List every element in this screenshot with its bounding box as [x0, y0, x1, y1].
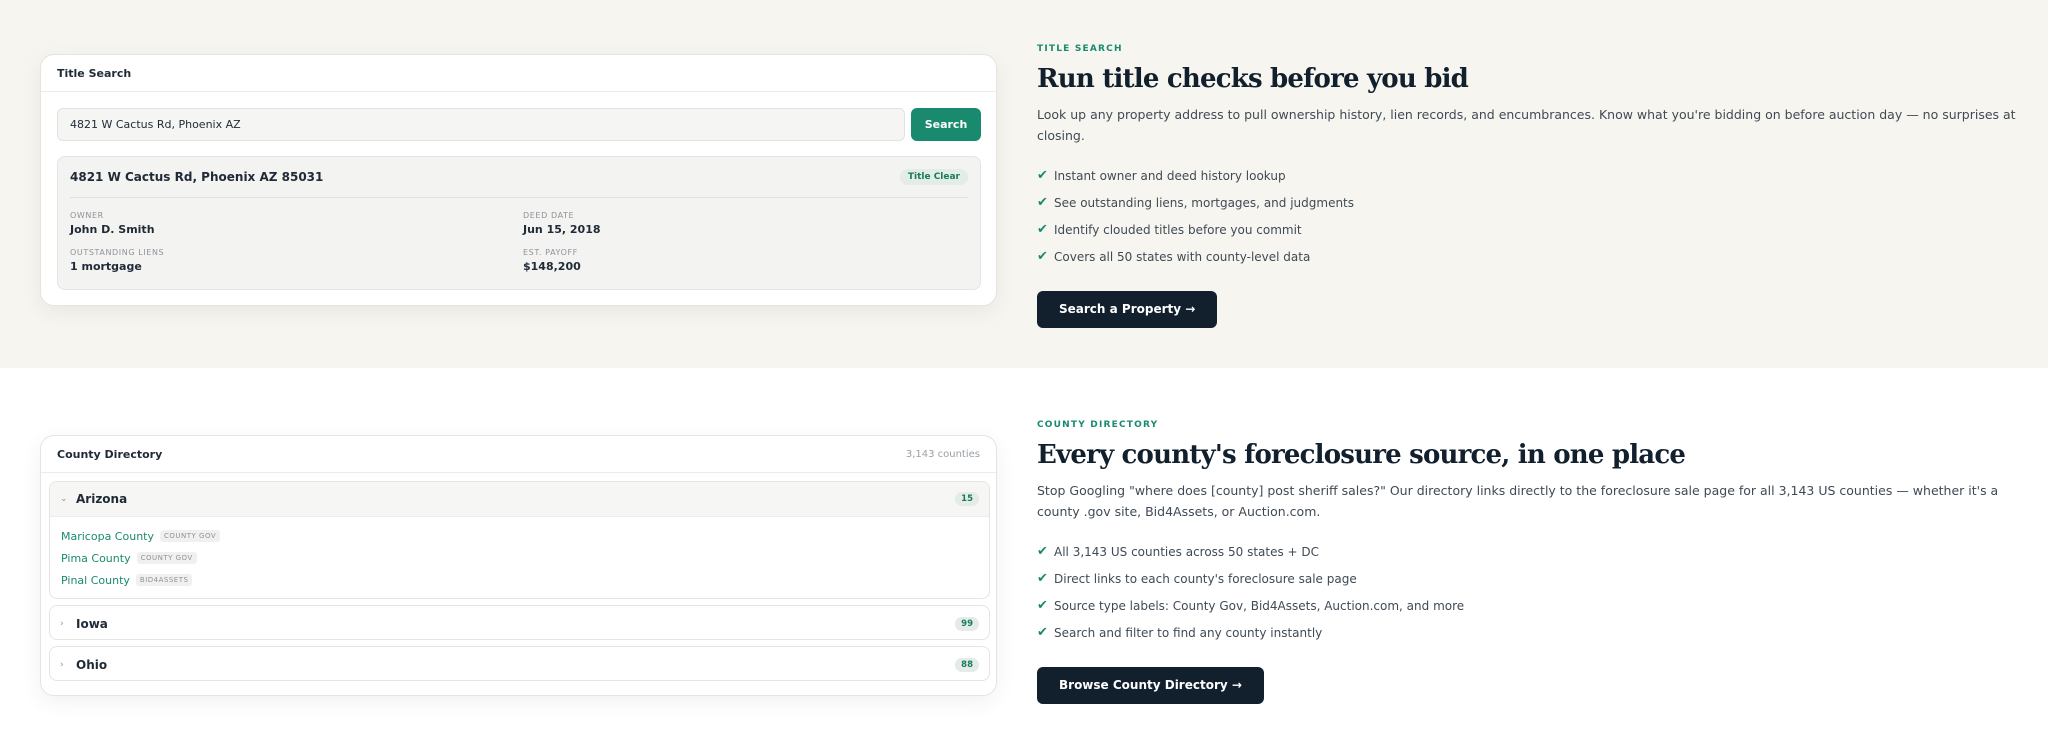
feature-item: ✔ Identify clouded titles before you comm…: [1037, 216, 2017, 243]
search-button[interactable]: Search: [911, 108, 981, 141]
state-count-badge: 15: [955, 492, 979, 506]
state-name: Arizona: [76, 492, 128, 506]
source-tag: COUNTY GOV: [136, 552, 197, 564]
state-count-badge: 88: [955, 657, 979, 672]
card-title: County Directory: [57, 447, 163, 461]
deed-date-label: DEED DATE: [523, 211, 575, 220]
feature-item: ✔ Direct links to each county's foreclosu…: [1037, 565, 2017, 592]
title-search-copy: TITLE SEARCH Run title checks before you…: [1037, 44, 2017, 328]
check-icon: ✔: [1037, 195, 1048, 210]
title-result-panel: 4821 W Cactus Rd, Phoenix AZ 85031 Title…: [57, 156, 981, 290]
state-group-title: › Ohio: [60, 658, 107, 672]
feature-text: See outstanding liens, mortgages, and ju…: [1054, 195, 1355, 210]
state-group-iowa[interactable]: › Iowa 99: [49, 605, 990, 640]
feature-text: Identify clouded titles before you commi…: [1054, 222, 1302, 237]
payoff-field: EST. PAYOFF $148,200: [523, 248, 581, 273]
deed-date-value: Jun 15, 2018: [523, 223, 601, 236]
result-address: 4821 W Cactus Rd, Phoenix AZ 85031: [70, 170, 324, 184]
section-eyebrow: COUNTY DIRECTORY: [1037, 420, 1159, 430]
check-icon: ✔: [1037, 625, 1048, 640]
state-group-ohio[interactable]: › Ohio 88: [49, 646, 990, 681]
feature-text: Covers all 50 states with county-level d…: [1054, 249, 1311, 264]
county-link[interactable]: Pima County: [61, 552, 131, 565]
check-icon: ✔: [1037, 544, 1048, 559]
list-item: Pinal County BID4ASSETS: [61, 569, 989, 591]
title-search-card: Title Search Search 4821 W Cactus Rd, Ph…: [40, 54, 997, 306]
feature-list: ✔ Instant owner and deed history lookup ✔…: [1037, 162, 2017, 270]
source-tag: BID4ASSETS: [135, 574, 193, 586]
state-count-badge: 99: [955, 616, 979, 631]
chevron-right-icon: ›: [60, 618, 64, 629]
county-link[interactable]: Pinal County: [61, 574, 130, 587]
chevron-down-icon: ⌄: [60, 494, 68, 504]
feature-item: ✔ All 3,143 US counties across 50 states …: [1037, 538, 2017, 565]
owner-value: John D. Smith: [70, 223, 155, 236]
check-icon: ✔: [1037, 249, 1048, 264]
state-group-header[interactable]: ⌄ Arizona 15: [50, 482, 989, 517]
state-name: Ohio: [76, 657, 108, 672]
feature-text: All 3,143 US counties across 50 states +…: [1054, 544, 1320, 559]
section-headline: Run title checks before you bid: [1037, 64, 1469, 94]
county-directory-card: County Directory 3,143 counties ⌄ Arizon…: [40, 435, 997, 696]
chevron-right-icon: ›: [60, 659, 64, 670]
title-status-badge: Title Clear: [899, 169, 968, 185]
list-item: Pima County COUNTY GOV: [61, 547, 989, 569]
payoff-label: EST. PAYOFF: [523, 248, 578, 257]
payoff-value: $148,200: [523, 260, 581, 273]
check-icon: ✔: [1037, 571, 1048, 586]
title-search-section: Title Search Search 4821 W Cactus Rd, Ph…: [0, 0, 2048, 368]
owner-field: OWNER John D. Smith: [70, 211, 155, 236]
liens-value: 1 mortgage: [70, 260, 142, 273]
feature-item: ✔ Instant owner and deed history lookup: [1037, 162, 2017, 189]
county-directory-copy: COUNTY DIRECTORY Every county's foreclos…: [1037, 420, 2017, 704]
check-icon: ✔: [1037, 598, 1048, 613]
state-group-title: › Iowa: [60, 617, 108, 631]
search-property-button[interactable]: Search a Property →: [1037, 291, 1218, 328]
section-headline: Every county's foreclosure source, in on…: [1037, 440, 1686, 470]
liens-label: OUTSTANDING LIENS: [70, 248, 165, 257]
county-directory-section: County Directory 3,143 counties ⌄ Arizon…: [0, 368, 2048, 748]
browse-directory-button[interactable]: Browse County Directory →: [1037, 667, 1264, 704]
card-header: Title Search: [41, 55, 996, 92]
address-search-input[interactable]: [57, 108, 905, 141]
feature-text: Source type labels: County Gov, Bid4Asse…: [1054, 598, 1465, 613]
card-header: County Directory 3,143 counties: [41, 436, 996, 473]
state-group-header[interactable]: › Iowa 99: [50, 606, 989, 641]
county-link[interactable]: Maricopa County: [61, 530, 154, 543]
state-name: Iowa: [76, 616, 108, 631]
state-group-title: ⌄ Arizona: [60, 492, 127, 506]
feature-item: ✔ Search and filter to find any county in…: [1037, 619, 2017, 646]
feature-text: Search and filter to find any county ins…: [1054, 625, 1323, 640]
list-item: Maricopa County COUNTY GOV: [61, 525, 989, 547]
check-icon: ✔: [1037, 168, 1048, 183]
card-title: Title Search: [57, 66, 132, 80]
feature-list: ✔ All 3,143 US counties across 50 states …: [1037, 538, 2017, 646]
feature-item: ✔ Covers all 50 states with county-level …: [1037, 243, 2017, 270]
owner-label: OWNER: [70, 211, 104, 220]
state-group-header[interactable]: › Ohio 88: [50, 647, 989, 682]
section-description: Look up any property address to pull own…: [1037, 107, 2016, 143]
deed-date-field: DEED DATE Jun 15, 2018: [523, 211, 601, 236]
state-group-arizona: ⌄ Arizona 15 Maricopa County COUNTY GOV …: [49, 481, 990, 599]
feature-item: ✔ See outstanding liens, mortgages, and j…: [1037, 189, 2017, 216]
feature-text: Direct links to each county's foreclosur…: [1054, 571, 1357, 586]
section-description: Stop Googling "where does [county] post …: [1037, 483, 1999, 519]
source-tag: COUNTY GOV: [159, 530, 221, 542]
feature-text: Instant owner and deed history lookup: [1054, 168, 1286, 183]
search-row: Search: [57, 108, 981, 141]
county-count: 3,143 counties: [905, 448, 980, 460]
feature-item: ✔ Source type labels: County Gov, Bid4Ass…: [1037, 592, 2017, 619]
liens-field: OUTSTANDING LIENS 1 mortgage: [70, 248, 164, 273]
result-header: 4821 W Cactus Rd, Phoenix AZ 85031 Title…: [70, 157, 968, 198]
check-icon: ✔: [1037, 222, 1048, 237]
section-eyebrow: TITLE SEARCH: [1037, 44, 1123, 54]
county-list: Maricopa County COUNTY GOV Pima County C…: [50, 517, 989, 591]
